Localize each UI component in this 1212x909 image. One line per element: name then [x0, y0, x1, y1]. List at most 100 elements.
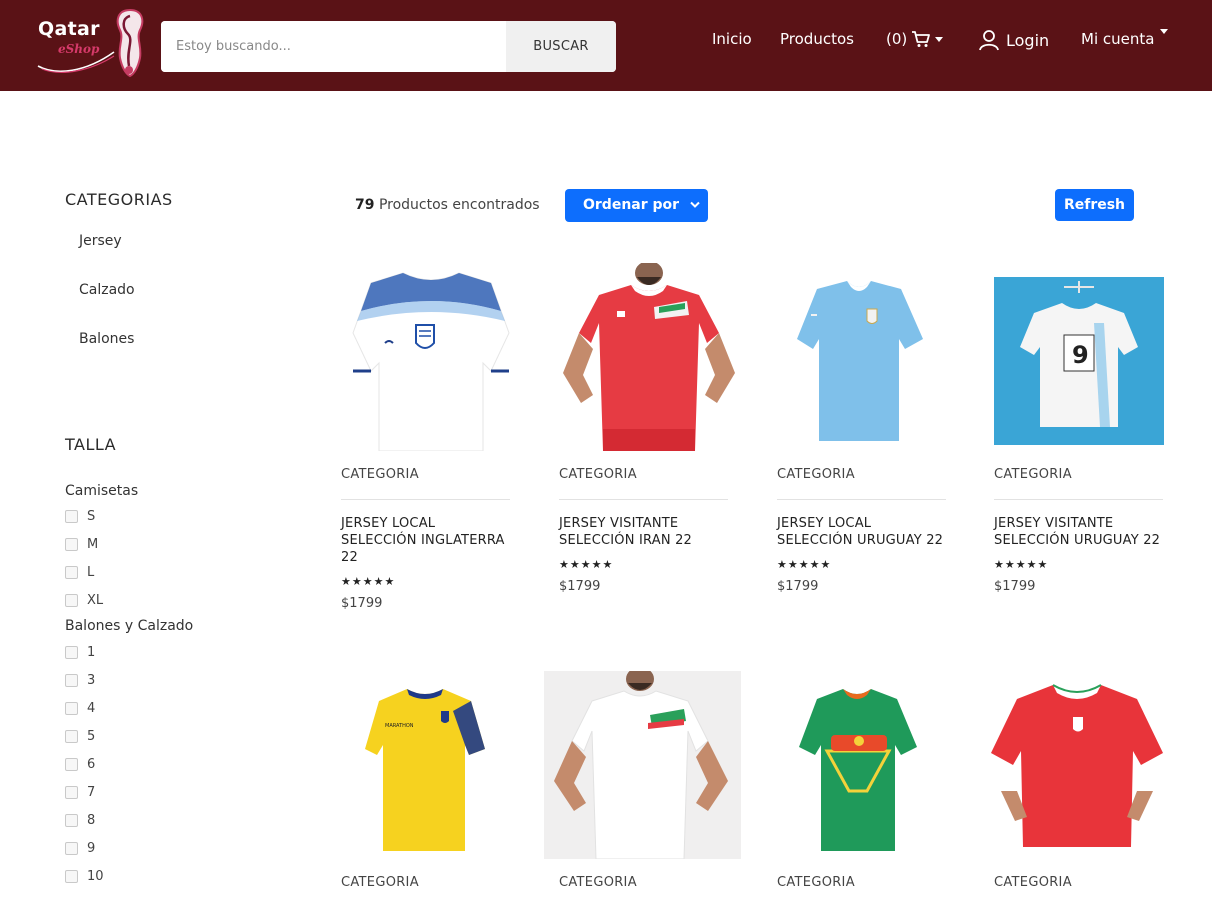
checkbox[interactable]	[65, 566, 78, 579]
svg-text:9: 9	[1072, 341, 1089, 369]
size-label: 8	[87, 813, 96, 828]
size-label: 9	[87, 841, 96, 856]
product-category: CATEGORIA	[559, 467, 637, 482]
mi-cuenta-dropdown[interactable]: Mi cuenta	[1081, 30, 1154, 48]
checkbox[interactable]	[65, 814, 78, 827]
product-price: $1799	[994, 579, 1036, 594]
checkbox[interactable]	[65, 702, 78, 715]
cart-icon	[912, 31, 931, 47]
product-name[interactable]: JERSEY LOCAL SELECCIÓN URUGUAY 22	[777, 515, 949, 549]
product-price: $1799	[559, 579, 601, 594]
divider	[559, 499, 728, 500]
results-count-number: 79	[355, 197, 375, 213]
checkbox[interactable]	[65, 510, 78, 523]
size-filter-7[interactable]: 7	[65, 785, 95, 800]
size-filter-10[interactable]: 10	[65, 869, 104, 884]
size-filter-3[interactable]: 3	[65, 673, 95, 688]
size-filter-4[interactable]: 4	[65, 701, 95, 716]
product-rating-stars: ★★★★★	[341, 575, 396, 588]
sort-select[interactable]: Ordenar por	[565, 189, 708, 222]
size-label: 3	[87, 673, 96, 688]
results-count: 79 Productos encontrados	[355, 197, 540, 213]
checkbox[interactable]	[65, 870, 78, 883]
cart-dropdown[interactable]: (0)	[886, 30, 944, 48]
size-label: 10	[87, 869, 104, 884]
size-filter-8[interactable]: 8	[65, 813, 95, 828]
product-category: CATEGORIA	[994, 467, 1072, 482]
logo-wordmark: Qatar	[38, 18, 100, 40]
checkbox[interactable]	[65, 842, 78, 855]
iran-home-jersey-icon	[544, 671, 741, 859]
logo-subword: eShop	[58, 42, 100, 56]
size-filter-m[interactable]: M	[65, 537, 98, 552]
size-label: 4	[87, 701, 96, 716]
size-label: M	[87, 537, 99, 552]
divider	[341, 499, 510, 500]
chevron-down-icon	[935, 36, 944, 42]
cart-count: (0)	[886, 30, 908, 48]
nav-inicio-link[interactable]: Inicio	[712, 30, 752, 48]
size-label: XL	[87, 593, 104, 608]
qatar-eshop-logo[interactable]: Qatar eShop	[36, 6, 148, 80]
category-link-calzado[interactable]: Calzado	[79, 282, 135, 298]
login-label: Login	[1006, 30, 1050, 50]
nav-productos-link[interactable]: Productos	[780, 30, 854, 48]
checkbox[interactable]	[65, 538, 78, 551]
product-price: $1799	[777, 579, 819, 594]
product-category: CATEGORIA	[777, 467, 855, 482]
size-filter-5[interactable]: 5	[65, 729, 95, 744]
checkbox[interactable]	[65, 594, 78, 607]
checkbox[interactable]	[65, 646, 78, 659]
product-rating-stars: ★★★★★	[777, 558, 832, 571]
product-name[interactable]: JERSEY VISITANTE SELECCIÓN IRAN 22	[559, 515, 731, 549]
divider	[777, 499, 946, 500]
wales-jersey-icon	[991, 684, 1163, 847]
size-filter-s[interactable]: S	[65, 509, 95, 524]
iran-away-jersey-icon	[563, 263, 735, 451]
size-label: L	[87, 565, 95, 580]
size-filter-l[interactable]: L	[65, 565, 94, 580]
product-category: CATEGORIA	[994, 875, 1072, 890]
size-filter-1[interactable]: 1	[65, 645, 95, 660]
size-title: TALLA	[65, 435, 117, 454]
product-category: CATEGORIA	[559, 875, 637, 890]
size-label: 1	[87, 645, 96, 660]
categories-title: CATEGORIAS	[65, 190, 173, 209]
size-label: 5	[87, 729, 96, 744]
size-filter-xl[interactable]: XL	[65, 593, 103, 608]
trophy-icon	[116, 8, 144, 78]
search-button[interactable]: BUSCAR	[506, 21, 616, 72]
size-label: S	[87, 509, 96, 524]
shirts-size-title: Camisetas	[65, 483, 139, 499]
ecuador-jersey-icon: MARATHON	[365, 689, 485, 851]
top-navbar: Qatar eShop BUSCAR Inicio Productos (0)	[0, 0, 1212, 91]
search-bar: BUSCAR	[161, 21, 616, 72]
balls-size-title: Balones y Calzado	[65, 618, 194, 634]
search-input[interactable]	[161, 21, 506, 72]
checkbox[interactable]	[65, 786, 78, 799]
product-category: CATEGORIA	[341, 875, 419, 890]
checkbox[interactable]	[65, 758, 78, 771]
product-category: CATEGORIA	[341, 467, 419, 482]
divider	[994, 499, 1163, 500]
uruguay-away-jersey-icon: 9	[994, 277, 1164, 445]
product-name[interactable]: JERSEY LOCAL SELECCIÓN INGLATERRA 22	[341, 515, 513, 566]
senegal-jersey-icon	[799, 689, 917, 851]
results-count-label: Productos encontrados	[378, 197, 540, 213]
category-link-jersey[interactable]: Jersey	[79, 233, 122, 249]
refresh-button[interactable]: Refresh	[1055, 189, 1134, 221]
size-label: 6	[87, 757, 96, 772]
sort-select-label: Ordenar por	[583, 197, 680, 213]
chevron-down-icon	[1160, 29, 1168, 34]
category-link-balones[interactable]: Balones	[79, 331, 134, 347]
size-label: 7	[87, 785, 96, 800]
checkbox[interactable]	[65, 674, 78, 687]
england-home-jersey-icon	[352, 272, 510, 451]
product-rating-stars: ★★★★★	[559, 558, 614, 571]
size-filter-9[interactable]: 9	[65, 841, 95, 856]
size-filter-6[interactable]: 6	[65, 757, 95, 772]
checkbox[interactable]	[65, 730, 78, 743]
product-rating-stars: ★★★★★	[994, 558, 1049, 571]
product-name[interactable]: JERSEY VISITANTE SELECCIÓN URUGUAY 22	[994, 515, 1166, 549]
login-link[interactable]: Login	[978, 29, 1049, 51]
